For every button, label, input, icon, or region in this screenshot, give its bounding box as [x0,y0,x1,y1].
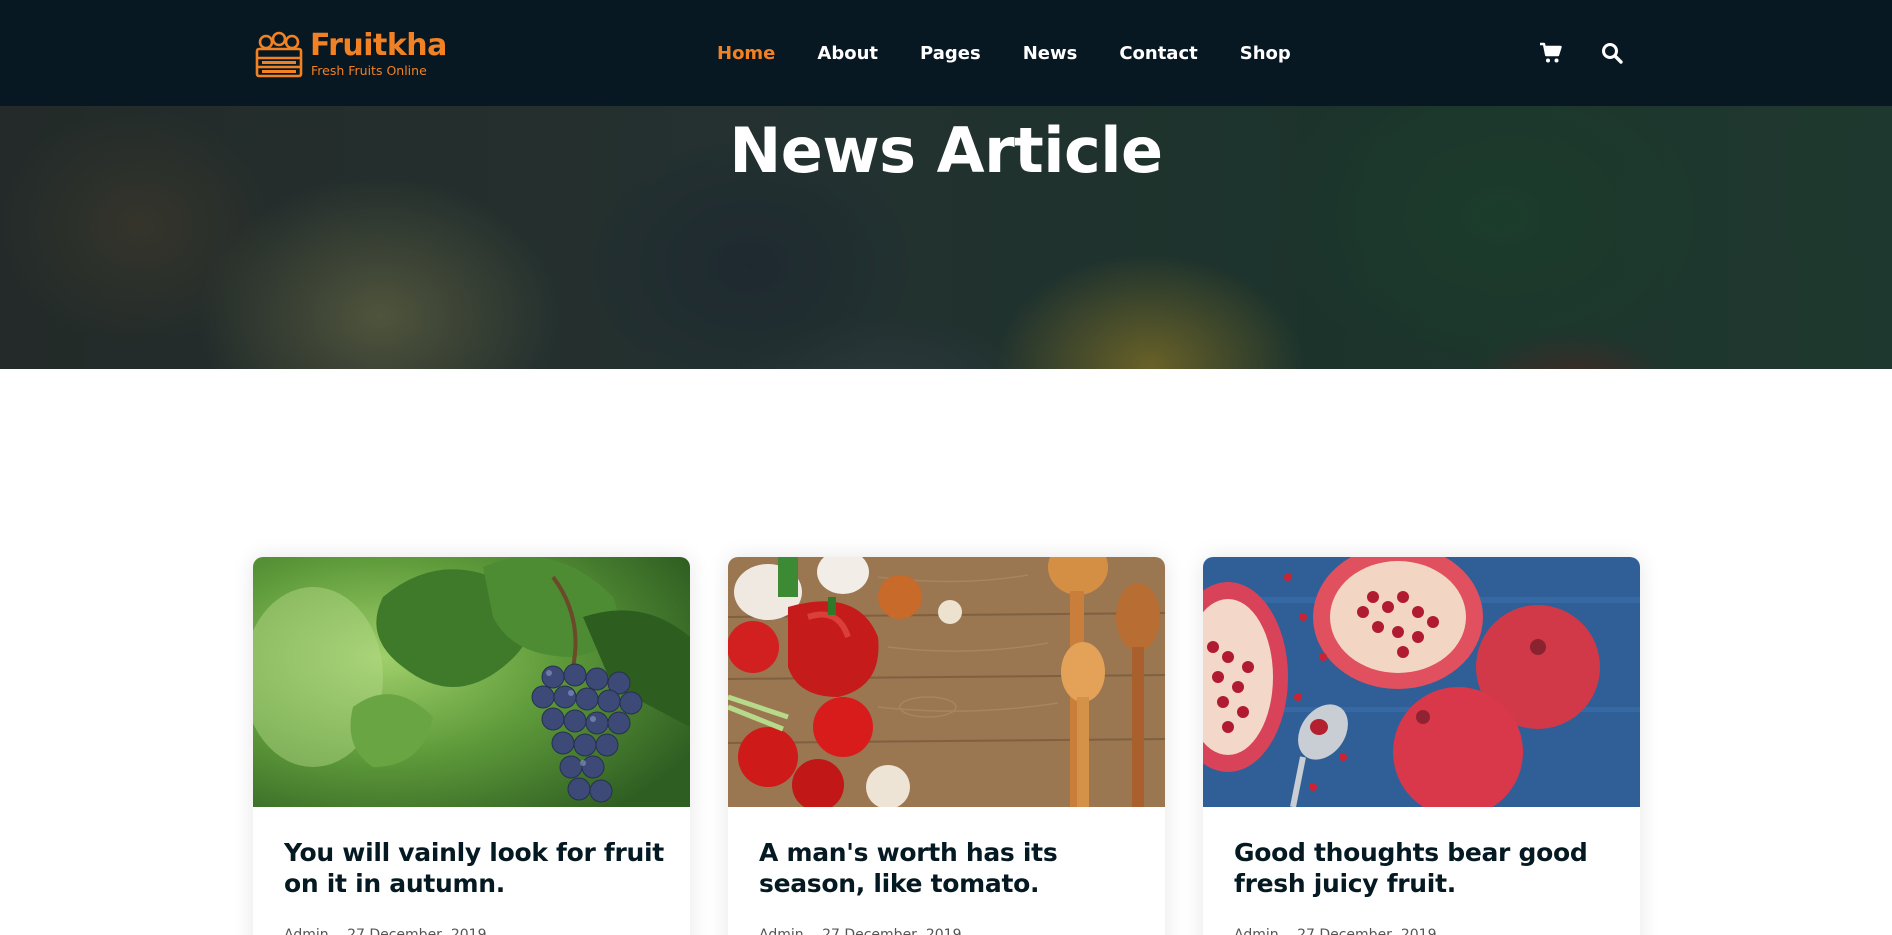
cart-icon[interactable] [1539,41,1563,65]
news-card[interactable]: Good thoughts bear good fresh juicy frui… [1203,557,1640,935]
news-author: Admin [1234,927,1279,935]
nav-item-contact[interactable]: Contact [1119,43,1197,64]
fruit-crate-icon [255,31,303,78]
pomegranates-image[interactable] [1203,557,1640,807]
brand-tagline: Fresh Fruits Online [311,63,427,78]
news-meta: Admin 27 December, 2019 [1234,927,1450,935]
news-title[interactable]: You will vainly look for fruit on it in … [284,837,664,899]
hero-banner: News Article [0,106,1892,369]
news-author: Admin [284,927,329,935]
nav-item-pages[interactable]: Pages [920,43,981,64]
news-meta: Admin 27 December, 2019 [284,927,500,935]
nav-item-news[interactable]: News [1023,43,1078,64]
news-card[interactable]: A man's worth has its season, like tomat… [728,557,1165,935]
grapes-vine-image[interactable] [253,557,690,807]
news-date: 27 December, 2019 [1297,927,1437,935]
search-icon[interactable] [1600,41,1624,65]
page-title: News Article [729,114,1163,187]
nav-item-about[interactable]: About [817,43,878,64]
vegetables-table-image[interactable] [728,557,1165,807]
brand-name: Fruitkha [310,28,447,63]
news-title[interactable]: A man's worth has its season, like tomat… [759,837,1139,899]
main-nav: Home About Pages News Contact Shop [717,39,1291,67]
news-date: 27 December, 2019 [347,927,487,935]
news-card[interactable]: You will vainly look for fruit on it in … [253,557,690,935]
news-date: 27 December, 2019 [822,927,962,935]
nav-item-shop[interactable]: Shop [1240,43,1291,64]
news-meta: Admin 27 December, 2019 [759,927,975,935]
news-title[interactable]: Good thoughts bear good fresh juicy frui… [1234,837,1614,899]
news-author: Admin [759,927,804,935]
brand-logo[interactable]: Fruitkha Fresh Fruits Online [254,28,447,80]
site-header: Fruitkha Fresh Fruits Online Home About … [0,0,1892,106]
nav-item-home[interactable]: Home [717,43,775,64]
